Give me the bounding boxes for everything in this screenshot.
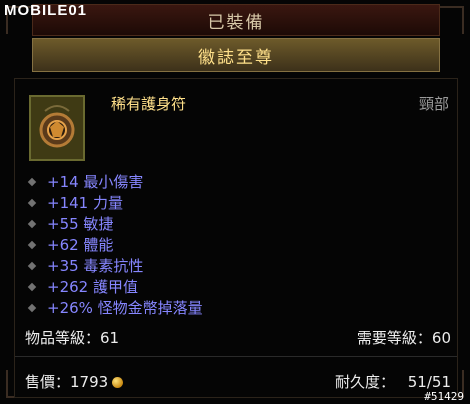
stat-text: +262 護甲值 (47, 278, 138, 296)
sell-price-text: 售價：1793 (25, 373, 109, 391)
stat-line: +262 護甲值 (25, 276, 203, 297)
stat-text: +26% 怪物金幣掉落量 (47, 299, 203, 317)
stat-text: +35 毒素抗性 (47, 257, 144, 275)
diamond-bullet-icon (27, 282, 37, 291)
required-level: 需要等級：60 (356, 329, 451, 347)
stat-text: +14 最小傷害 (47, 173, 144, 191)
item-tooltip: 已裝備 徽誌至尊 稀有護身符 頸部 +14 最小傷害 +141 力量 +55 敏… (0, 0, 470, 404)
diamond-bullet-icon (27, 219, 37, 228)
item-level: 物品等級：61 (25, 329, 120, 347)
stat-line: +141 力量 (25, 192, 203, 213)
gold-coin-icon (112, 377, 124, 388)
stat-text: +62 體能 (47, 236, 114, 254)
sell-price: 售價：1793 (25, 371, 124, 392)
item-title-bar: 徽誌至尊 (32, 38, 440, 72)
durability-value: 51/51 (407, 373, 451, 391)
amulet-icon (29, 95, 85, 161)
diamond-bullet-icon (27, 177, 37, 186)
watermark-logo: MOBILE01 (4, 2, 88, 19)
stat-line: +26% 怪物金幣掉落量 (25, 297, 203, 318)
item-type: 稀有護身符 (111, 95, 187, 113)
diamond-bullet-icon (27, 303, 37, 312)
stat-line: +55 敏捷 (25, 213, 203, 234)
item-details-panel: 稀有護身符 頸部 +14 最小傷害 +141 力量 +55 敏捷 +62 體能 … (14, 78, 458, 398)
durability: 耐久度： 51/51 (335, 371, 451, 392)
diamond-bullet-icon (27, 240, 37, 249)
equipped-label: 已裝備 (207, 12, 265, 33)
stat-list: +14 最小傷害 +141 力量 +55 敏捷 +62 體能 +35 毒素抗性 … (25, 171, 203, 318)
equipped-header: 已裝備 (32, 4, 440, 36)
stat-line: +35 毒素抗性 (25, 255, 203, 276)
diamond-bullet-icon (27, 198, 37, 207)
stat-line: +62 體能 (25, 234, 203, 255)
diamond-bullet-icon (27, 261, 37, 270)
item-slot: 頸部 (418, 95, 449, 113)
frame-corner-top-right (436, 6, 464, 34)
stat-text: +141 力量 (47, 194, 123, 212)
watermark-image-id: #51429 (424, 390, 464, 403)
stat-line: +14 最小傷害 (25, 171, 203, 192)
stat-text: +55 敏捷 (47, 215, 114, 233)
item-title: 徽誌至尊 (198, 47, 274, 68)
divider (15, 356, 457, 357)
durability-label: 耐久度： (334, 373, 395, 391)
